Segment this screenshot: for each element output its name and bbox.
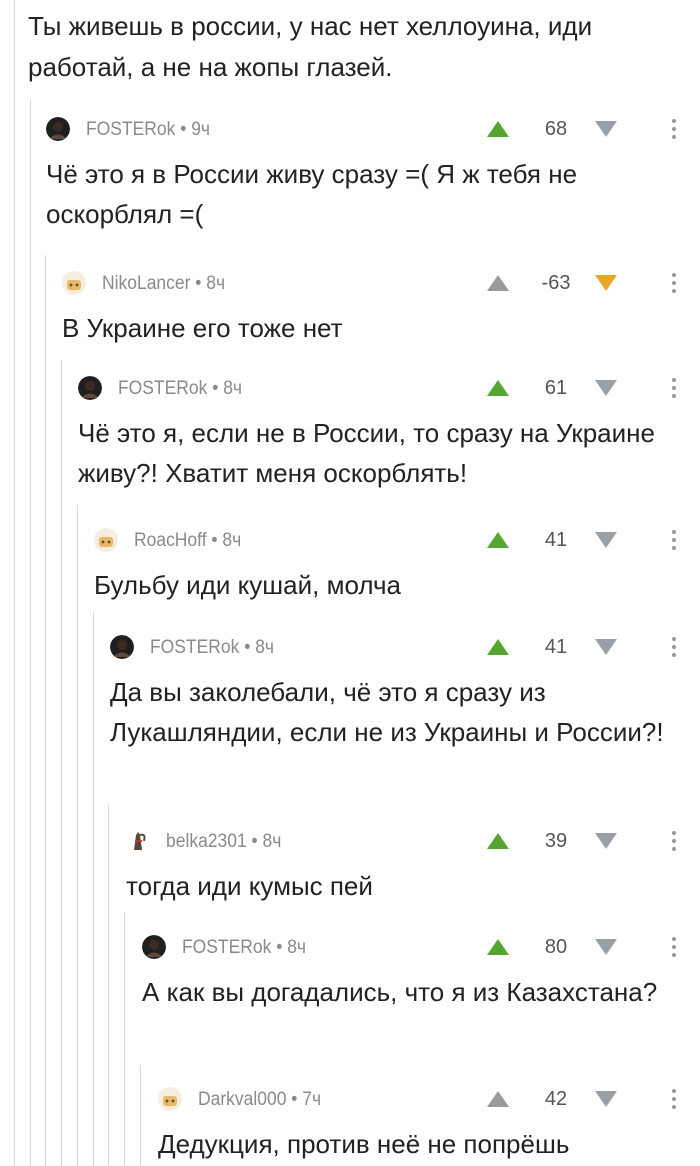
downvote-arrow-icon[interactable] [594, 1090, 618, 1108]
comment-text: Дедукция, против неё не попрёшь [158, 1129, 570, 1159]
comment-meta: FOSTERok • 8ч [182, 937, 307, 958]
author-name[interactable]: FOSTERok [182, 937, 271, 958]
user-avatar-icon[interactable] [142, 935, 166, 959]
thread-line[interactable] [14, 0, 15, 1166]
comment-header: FOSTERok • 8ч 80 [142, 932, 678, 964]
more-options-icon[interactable] [670, 936, 678, 958]
more-options-icon[interactable] [670, 636, 678, 658]
thread-line[interactable] [140, 1065, 141, 1166]
default-avatar-icon[interactable] [62, 271, 86, 295]
comment-text: тогда иди кумыс пей [126, 871, 373, 901]
comment-time[interactable]: 8ч [222, 530, 241, 551]
comment-time[interactable]: 7ч [302, 1089, 321, 1110]
comment-header: RoacHoff • 8ч 41 [94, 525, 678, 557]
upvote-arrow-icon[interactable] [486, 832, 510, 850]
author-name[interactable]: FOSTERok [150, 637, 239, 658]
comment-header: FOSTERok • 8ч 41 [110, 632, 678, 664]
comment: FOSTERok • 8ч 41 Да вы заколебали, чё эт… [110, 632, 678, 752]
comment-meta: FOSTERok • 8ч [118, 378, 243, 399]
comment-meta: NikoLancer • 8ч [102, 273, 226, 294]
user-avatar-icon[interactable] [46, 117, 70, 141]
more-options-icon[interactable] [670, 529, 678, 551]
more-options-icon[interactable] [670, 830, 678, 852]
comment-meta: belka2301 • 8ч [166, 831, 282, 852]
comment-text: А как вы догадались, что я из Казахстана… [142, 977, 658, 1007]
thread-line[interactable] [108, 805, 109, 1166]
comment-text: Чё это я в России живу сразу =( Я ж тебя… [46, 159, 578, 229]
more-options-icon[interactable] [670, 272, 678, 294]
comment-text: Бульбу иди кушай, молча [94, 570, 401, 600]
comment-rating: 42 [544, 1088, 568, 1110]
thread-line[interactable] [124, 912, 125, 1166]
thread-line[interactable] [45, 255, 46, 1166]
more-options-icon[interactable] [670, 118, 678, 140]
author-name[interactable]: NikoLancer [102, 273, 190, 294]
downvote-arrow-icon[interactable] [594, 379, 618, 397]
comment-meta: Darkval000 • 7ч [198, 1089, 322, 1110]
downvote-arrow-icon[interactable] [594, 832, 618, 850]
comment-text: Да вы заколебали, чё это я сразу из Лука… [110, 677, 664, 747]
comment-header: Darkval000 • 7ч 42 [158, 1084, 678, 1116]
upvote-arrow-icon[interactable] [486, 638, 510, 656]
comment-meta: FOSTERok • 9ч [86, 119, 211, 140]
upvote-arrow-icon[interactable] [486, 379, 510, 397]
comment-rating: 41 [544, 529, 568, 551]
upvote-arrow-icon[interactable] [486, 1090, 510, 1108]
squirrel-avatar-icon[interactable] [126, 829, 150, 853]
upvote-arrow-icon[interactable] [486, 120, 510, 138]
downvote-arrow-icon[interactable] [594, 120, 618, 138]
downvote-arrow-icon[interactable] [594, 531, 618, 549]
author-name[interactable]: FOSTERok [118, 378, 207, 399]
comment-header: belka2301 • 8ч 39 [126, 826, 678, 858]
comment-rating: 39 [544, 830, 568, 852]
more-options-icon[interactable] [670, 377, 678, 399]
comment-time[interactable]: 8ч [255, 637, 274, 658]
comment-header: NikoLancer • 8ч -63 [62, 268, 678, 300]
comment-rating: 68 [544, 118, 568, 140]
comment-time[interactable]: 8ч [263, 831, 282, 852]
comment-meta: RoacHoff • 8ч [134, 530, 242, 551]
author-name[interactable]: belka2301 [166, 831, 247, 852]
comment-header: FOSTERok • 9ч 68 [46, 114, 678, 146]
comment-header: FOSTERok • 8ч 61 [78, 373, 678, 405]
downvote-arrow-icon[interactable] [594, 638, 618, 656]
comment-time[interactable]: 8ч [287, 937, 306, 958]
more-options-icon[interactable] [670, 1088, 678, 1110]
comment-meta: FOSTERok • 8ч [150, 637, 275, 658]
thread-line[interactable] [93, 612, 94, 1166]
comment: FOSTERok • 8ч 80 А как вы догадались, чт… [142, 932, 678, 1012]
author-name[interactable]: FOSTERok [86, 119, 175, 140]
comment: Darkval000 • 7ч 42 Дедукция, против неё … [158, 1084, 678, 1164]
default-avatar-icon[interactable] [94, 528, 118, 552]
thread-line[interactable] [61, 360, 62, 1166]
user-avatar-icon[interactable] [110, 635, 134, 659]
comment: belka2301 • 8ч 39 тогда иди кумыс пей [126, 826, 678, 906]
comment-time[interactable]: 9ч [191, 119, 210, 140]
upvote-arrow-icon[interactable] [486, 274, 510, 292]
comment-rating: 80 [544, 936, 568, 958]
comment: RoacHoff • 8ч 41 Бульбу иди кушай, молча [94, 525, 678, 605]
comment-rating: 41 [544, 636, 568, 658]
author-name[interactable]: RoacHoff [134, 530, 207, 551]
thread-line[interactable] [30, 100, 31, 1166]
comment-text: Чё это я, если не в России, то сразу на … [78, 418, 655, 488]
comment: FOSTERok • 8ч 61 Чё это я, если не в Рос… [78, 373, 678, 493]
default-avatar-icon[interactable] [158, 1087, 182, 1111]
downvote-arrow-icon[interactable] [594, 274, 618, 292]
upvote-arrow-icon[interactable] [486, 531, 510, 549]
parent-comment-text: Ты живешь в россии, у нас нет хеллоуина,… [28, 11, 593, 82]
comment-rating: -63 [541, 272, 571, 294]
comment: NikoLancer • 8ч -63 В Украине его тоже н… [62, 268, 678, 348]
comment: FOSTERok • 9ч 68 Чё это я в России живу … [46, 114, 678, 234]
comment-rating: 61 [544, 377, 568, 399]
comment-time[interactable]: 8ч [206, 273, 225, 294]
user-avatar-icon[interactable] [78, 376, 102, 400]
downvote-arrow-icon[interactable] [594, 938, 618, 956]
thread-line[interactable] [77, 505, 78, 1166]
upvote-arrow-icon[interactable] [486, 938, 510, 956]
comment-text: В Украине его тоже нет [62, 313, 343, 343]
author-name[interactable]: Darkval000 [198, 1089, 286, 1110]
comment-time[interactable]: 8ч [223, 378, 242, 399]
